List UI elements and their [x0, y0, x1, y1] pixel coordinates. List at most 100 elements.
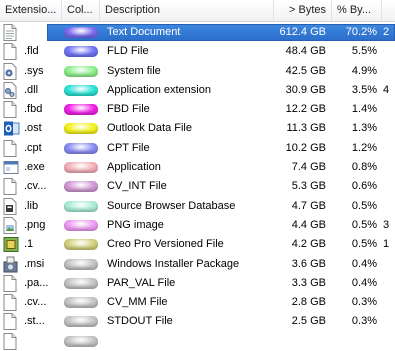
extension-cell: .fbd: [24, 103, 43, 116]
generic-file-icon: [3, 101, 21, 119]
file-type-row[interactable]: .fld FLD File 48.4 GB 5.5%: [0, 42, 395, 61]
overflow-cell: [383, 42, 395, 61]
text-file-icon: [3, 24, 21, 41]
description-cell: CPT File: [107, 141, 150, 154]
overflow-cell: 2: [383, 26, 390, 38]
file-type-list: .log Text Document 612.4 GB 70.2% 2 .fld FLD F…: [0, 23, 395, 351]
system-file-icon: [3, 62, 21, 80]
generic-file-icon: [3, 274, 21, 292]
overflow-cell: 3: [383, 218, 390, 231]
color-swatch: [64, 123, 98, 135]
extension-cell: .lib: [24, 199, 39, 212]
percent-bytes-cell: 1.2%: [351, 141, 377, 154]
extension-cell: .dll: [24, 83, 39, 96]
file-type-row[interactable]: .exe Application 7.4 GB 0.8%: [0, 158, 395, 177]
percent-bytes-cell: 0.4%: [351, 276, 377, 289]
color-swatch: [64, 84, 98, 96]
column-header-description[interactable]: Description: [100, 0, 274, 21]
extension-cell: .msi: [24, 257, 45, 270]
description-cell: CV_INT File: [107, 180, 167, 193]
overflow-cell: [383, 62, 395, 81]
generic-file-icon: [3, 178, 21, 196]
file-type-row[interactable]: .png PNG image 4.4 GB 0.5% 3: [0, 216, 395, 235]
description-cell: STDOUT File: [107, 315, 173, 328]
extension-cell: .exe: [24, 161, 45, 174]
column-header-overflow[interactable]: [382, 0, 395, 21]
description-cell: System file: [107, 64, 161, 77]
application-icon: [3, 159, 21, 176]
file-type-row[interactable]: .sys System file 42.5 GB 4.9%: [0, 62, 395, 81]
file-type-row[interactable]: .cv... CV_INT File 5.3 GB 0.6%: [0, 177, 395, 196]
outlook-icon: [3, 120, 21, 137]
color-swatch: [64, 104, 98, 116]
bytes-cell: 10.2 GB: [285, 141, 326, 154]
generic-file-icon: [3, 313, 21, 331]
percent-bytes-cell: 0.6%: [351, 180, 377, 193]
color-swatch: [64, 335, 98, 347]
color-swatch: [64, 27, 98, 38]
percent-bytes-cell: 1.3%: [351, 122, 377, 135]
extension-cell: .st...: [24, 315, 45, 328]
bytes-cell: 4.7 GB: [291, 199, 326, 212]
extension-cell: .pa...: [24, 276, 49, 289]
column-header-color[interactable]: Col...: [62, 0, 100, 21]
color-swatch: [64, 162, 98, 174]
description-cell: Source Browser Database: [107, 199, 236, 212]
description-cell: PAR_VAL File: [107, 276, 176, 289]
percent-bytes-cell: 3.5%: [351, 83, 377, 96]
description-cell: Outlook Data File: [107, 122, 192, 135]
description-cell: Text Document: [107, 26, 181, 38]
description-cell: FBD File: [107, 103, 150, 116]
file-type-row[interactable]: .log Text Document 612.4 GB 70.2% 2: [0, 23, 395, 42]
file-type-row[interactable]: .1 Creo Pro Versioned File 4.2 GB 0.5% 1: [0, 235, 395, 254]
column-header-extension[interactable]: Extensio...: [0, 0, 62, 21]
overflow-cell: [383, 255, 395, 274]
percent-bytes-cell: 0.5%: [351, 238, 377, 251]
file-type-row[interactable]: .cv... CV_MM File 2.8 GB 0.3%: [0, 293, 395, 312]
extension-cell: .png: [24, 218, 46, 231]
description-cell: PNG image: [107, 218, 164, 231]
bytes-cell: 3.3 GB: [291, 276, 326, 289]
creo-file-icon: [3, 236, 21, 253]
description-cell: CV_MM File: [107, 296, 168, 309]
percent-bytes-cell: 0.5%: [351, 218, 377, 231]
bytes-cell: 11.3 GB: [286, 122, 326, 135]
extension-cell: .cpt: [24, 141, 42, 154]
overflow-cell: [383, 177, 395, 196]
file-type-row[interactable]: .ost Outlook Data File 11.3 GB 1.3%: [0, 119, 395, 138]
dll-file-icon: [3, 81, 21, 99]
installer-icon: [3, 256, 21, 273]
generic-file-icon: [3, 294, 21, 312]
column-header-bar: Extensio... Col... Description > Bytes %…: [0, 0, 395, 22]
file-type-row[interactable]: .msi Windows Installer Package 3.6 GB 0.4%: [0, 255, 395, 274]
file-type-row[interactable]: .pa... PAR_VAL File 3.3 GB 0.4%: [0, 274, 395, 293]
column-header-bytes[interactable]: > Bytes: [274, 0, 332, 21]
file-type-row[interactable]: .cpt CPT File 10.2 GB 1.2%: [0, 139, 395, 158]
color-swatch: [64, 297, 98, 309]
bytes-cell: 2.8 GB: [291, 296, 326, 309]
bytes-cell: 4.2 GB: [291, 238, 326, 251]
file-type-row[interactable]: .lib Source Browser Database 4.7 GB 0.5%: [0, 197, 395, 216]
color-swatch: [64, 65, 98, 77]
description-cell: FLD File: [107, 45, 149, 58]
extension-cell: .ost: [24, 122, 42, 135]
bytes-cell: 2.5 GB: [291, 315, 326, 328]
file-type-row[interactable]: .dll Application extension 30.9 GB 3.5% 4: [0, 81, 395, 100]
file-type-row[interactable]: .fbd FBD File 12.2 GB 1.4%: [0, 100, 395, 119]
file-type-row[interactable]: .st... STDOUT File 2.5 GB 0.3%: [0, 312, 395, 331]
bytes-cell: 3.6 GB: [291, 257, 326, 270]
overflow-cell: [383, 158, 395, 177]
extension-cell: .sys: [24, 64, 44, 77]
description-cell: Windows Installer Package: [107, 257, 240, 270]
column-header-percent-bytes[interactable]: % By...: [332, 0, 382, 21]
percent-bytes-cell: 0.3%: [351, 315, 377, 328]
overflow-cell: [383, 293, 395, 312]
bytes-cell: 7.4 GB: [291, 161, 326, 174]
percent-bytes-cell: 4.9%: [351, 64, 377, 77]
generic-file-icon: [3, 139, 21, 157]
generic-file-icon: [3, 43, 21, 61]
bytes-cell: 42.5 GB: [285, 64, 326, 77]
color-swatch: [64, 219, 98, 231]
color-swatch: [64, 239, 98, 251]
overflow-cell: 1: [383, 238, 390, 251]
